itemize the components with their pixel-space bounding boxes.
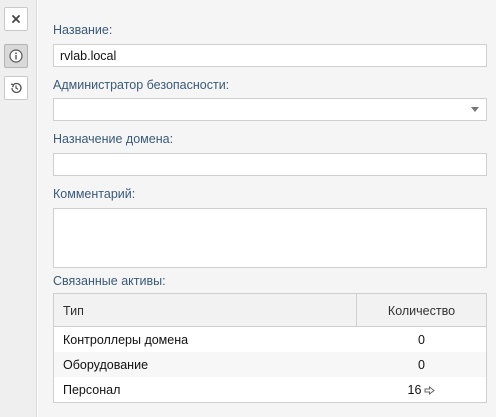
close-button[interactable] xyxy=(4,7,28,31)
close-icon xyxy=(12,15,20,23)
asset-count-cell-with-link: 16 xyxy=(357,383,486,397)
domain-purpose-label: Назначение домена: xyxy=(53,132,174,146)
security-admin-select[interactable] xyxy=(53,98,487,121)
history-button[interactable] xyxy=(4,76,28,100)
name-value: rvlab.local xyxy=(60,49,117,63)
related-assets-label: Связанные активы: xyxy=(53,274,166,288)
side-toolbar xyxy=(0,0,37,417)
asset-count-cell: 0 xyxy=(418,358,425,372)
chevron-down-icon[interactable] xyxy=(471,107,479,112)
table-header: Тип Количество xyxy=(54,294,486,327)
asset-count-cell: 0 xyxy=(418,333,425,347)
domain-details-panel: Название: rvlab.local Администратор безо… xyxy=(38,0,496,417)
table-row[interactable]: Контроллеры домена 0 xyxy=(54,327,486,352)
column-header-type[interactable]: Тип xyxy=(63,304,84,318)
history-icon xyxy=(10,82,22,94)
asset-type-cell: Контроллеры домена xyxy=(63,333,189,347)
related-assets-table: Тип Количество Контроллеры домена 0 Обор… xyxy=(53,293,487,403)
info-button[interactable] xyxy=(4,44,28,68)
name-field[interactable]: rvlab.local xyxy=(53,44,487,67)
asset-type-cell: Персонал xyxy=(63,383,121,397)
table-row[interactable]: Оборудование 0 xyxy=(54,352,486,377)
name-label: Название: xyxy=(53,23,113,37)
table-row[interactable]: Персонал 16 xyxy=(54,377,486,402)
comment-textarea[interactable] xyxy=(53,208,487,268)
info-icon xyxy=(9,49,23,63)
column-header-count[interactable]: Количество xyxy=(357,304,486,318)
asset-count-value: 16 xyxy=(407,383,422,397)
security-admin-label: Администратор безопасности: xyxy=(53,78,230,92)
asset-type-cell: Оборудование xyxy=(63,358,149,372)
navigate-arrow-icon[interactable] xyxy=(424,386,436,395)
comment-label: Комментарий: xyxy=(53,187,136,201)
domain-purpose-field[interactable] xyxy=(53,153,487,176)
